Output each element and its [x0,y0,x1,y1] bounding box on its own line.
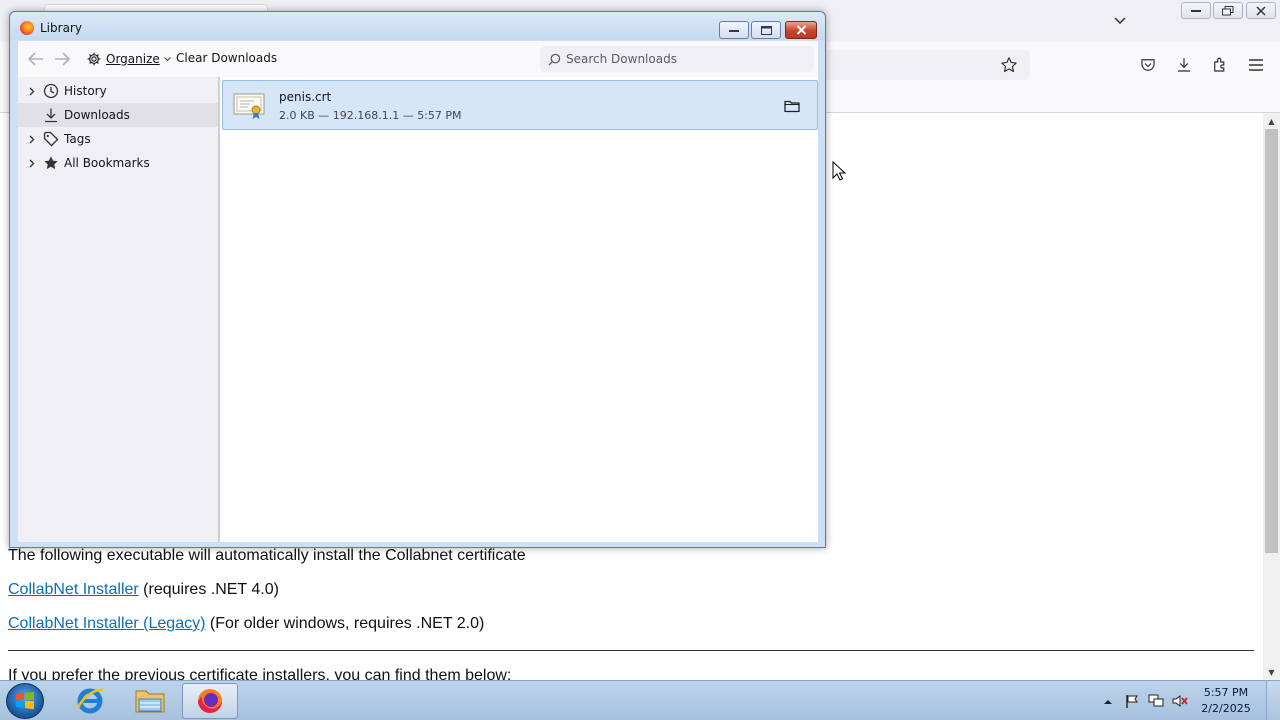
download-file-details: 2.0 KB — 192.168.1.1 — 5:57 PM [279,109,462,122]
taskbar-firefox[interactable] [182,683,238,719]
action-center-flag-icon[interactable] [1120,689,1144,713]
taskbar-file-explorer[interactable] [122,683,178,719]
clock-time: 5:57 PM [1203,686,1249,699]
firefox-icon [195,686,225,716]
tag-icon [42,130,60,148]
sidebar-item-label: Downloads [64,108,130,122]
legacy-installer-line: CollabNet Installer (Legacy) (For older … [8,615,484,633]
collabnet-legacy-installer-link[interactable]: CollabNet Installer (Legacy) [8,615,205,632]
sidebar-item-all-bookmarks[interactable]: All Bookmarks [18,151,218,175]
expand-chevron-icon[interactable] [26,159,38,168]
show-desktop-button[interactable] [1266,681,1280,720]
installer-line: CollabNet Installer (requires .NET 4.0) [8,581,279,599]
taskbar-internet-explorer[interactable] [62,683,118,719]
downloads-toolbar-icon[interactable] [1173,54,1195,76]
file-explorer-icon [134,687,166,715]
pocket-icon[interactable] [1137,54,1159,76]
internet-explorer-icon [75,686,105,716]
search-downloads-input[interactable] [566,52,796,66]
volume-muted-icon[interactable] [1168,689,1192,713]
expand-chevron-icon[interactable] [26,87,38,96]
back-arrow-icon[interactable] [26,49,46,69]
library-toolbar: Organize Clear Downloads [18,41,818,77]
search-downloads-box[interactable] [540,46,814,72]
forward-arrow-icon[interactable] [52,49,72,69]
taskbar-clock[interactable]: 5:57 PM 2/2/2025 [1196,685,1256,717]
sidebar-item-label: History [64,84,107,98]
page-divider [8,650,1254,651]
address-bar[interactable] [810,50,1030,80]
collabnet-installer-link[interactable]: CollabNet Installer [8,581,139,598]
mouse-cursor-icon [832,160,847,181]
taskbar: 5:57 PM 2/2/2025 [0,680,1280,720]
network-icon[interactable] [1144,689,1168,713]
library-window: Library Organize Clear Downloads Search … [9,11,826,548]
certificate-file-icon [233,92,265,120]
clock-date: 2/2/2025 [1201,702,1251,715]
legacy-installer-note: (For older windows, requires .NET 2.0) [205,615,485,632]
search-icon [547,52,561,66]
scrollbar-thumb[interactable] [1265,129,1278,553]
download-item[interactable]: penis.crt 2.0 KB — 192.168.1.1 — 5:57 PM [222,80,818,130]
expand-chevron-icon[interactable] [26,135,38,144]
star-icon [42,154,60,172]
library-maximize-button[interactable] [751,21,781,39]
clear-downloads-button[interactable]: Clear Downloads [176,51,277,65]
browser-restore-button[interactable] [1213,2,1243,19]
scroll-up-arrow-icon[interactable]: ▲ [1263,113,1280,129]
clock-icon [42,82,60,100]
bookmark-star-icon[interactable] [998,54,1020,76]
show-in-folder-button[interactable] [781,96,803,116]
installer-note: (requires .NET 4.0) [138,581,279,598]
sidebar-item-tags[interactable]: Tags [18,127,218,151]
download-file-name: penis.crt [279,90,332,104]
page-text-line: The following executable will automatica… [8,547,526,564]
library-minimize-button[interactable] [719,21,749,39]
page-scrollbar[interactable]: ▲ ▼ [1263,113,1280,680]
hamburger-menu-icon[interactable] [1245,54,1267,76]
library-close-button[interactable] [785,21,817,39]
downloads-list: penis.crt 2.0 KB — 192.168.1.1 — 5:57 PM [219,77,818,542]
organize-button[interactable]: Organize [84,48,173,70]
library-titlebar[interactable]: Library [10,12,825,40]
library-title: Library [40,21,82,35]
organize-label: Organize [106,52,160,66]
sidebar-item-label: All Bookmarks [64,156,150,170]
firefox-icon [20,21,34,35]
windows-logo-icon [15,691,35,711]
scroll-down-arrow-icon[interactable]: ▼ [1263,664,1280,680]
tab-list-chevron-icon[interactable] [1108,11,1132,31]
download-icon [42,106,60,124]
start-button[interactable] [6,683,44,719]
gear-icon [86,51,102,67]
dropdown-chevron-icon [163,56,171,62]
browser-close-button[interactable] [1246,2,1276,19]
sidebar-item-downloads[interactable]: Downloads [18,103,218,127]
system-tray [1096,681,1192,720]
sidebar-item-label: Tags [64,132,91,146]
show-hidden-icons-arrow-icon[interactable] [1096,689,1120,713]
folder-icon [784,99,800,113]
library-sidebar: History Downloads Tags All Bookmarks [18,77,219,542]
extensions-icon[interactable] [1209,54,1231,76]
sidebar-item-history[interactable]: History [18,79,218,103]
browser-minimize-button[interactable] [1181,2,1211,19]
library-client-area: Organize Clear Downloads Search Download… [18,41,818,542]
